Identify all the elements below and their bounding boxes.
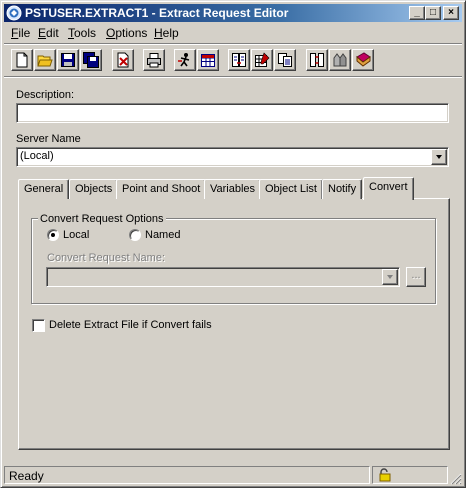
save-icon <box>61 53 75 67</box>
convert-request-name-combo <box>46 267 400 287</box>
menu-bar: File Edit Tools Options Help <box>4 23 462 42</box>
compare-button[interactable] <box>228 49 250 71</box>
server-name-label: Server Name <box>16 133 81 145</box>
menu-edit-label: dit <box>46 26 59 40</box>
open-icon <box>37 55 53 67</box>
new-button[interactable] <box>11 49 33 71</box>
book-button[interactable] <box>352 49 374 71</box>
convert-options-title: Convert Request Options <box>38 213 166 225</box>
server-name-combo[interactable]: (Local) <box>16 147 449 167</box>
edit-table-button[interactable] <box>251 49 273 71</box>
relate-icon <box>310 53 324 67</box>
menu-tools-label: ools <box>74 26 97 40</box>
print-button[interactable] <box>143 49 165 71</box>
convert-request-name-label: Convert Request Name: <box>47 252 165 264</box>
close-icon: × <box>448 7 454 18</box>
chevron-down-icon <box>436 155 442 159</box>
tab-general[interactable]: General <box>18 179 70 199</box>
tab-objects[interactable]: Objects <box>69 179 119 199</box>
minimize-icon: _ <box>414 7 420 18</box>
tab-variables[interactable]: Variables <box>204 179 262 199</box>
tab-object-list[interactable]: Object List <box>259 179 323 199</box>
menu-help-label: elp <box>162 26 179 40</box>
delete-extract-label[interactable]: Delete Extract File if Convert fails <box>49 319 212 331</box>
maximize-button[interactable]: □ <box>425 6 441 20</box>
convert-request-dropdown-button <box>382 269 398 285</box>
menu-help[interactable]: Help <box>154 26 179 40</box>
radio-named[interactable] <box>129 229 141 241</box>
menu-edit[interactable]: Edit <box>38 26 59 40</box>
tab-notify[interactable]: Notify <box>322 179 363 199</box>
menu-options-accel: O <box>106 26 116 40</box>
browse-icon <box>333 53 347 67</box>
tab-point-and-shoot[interactable]: Point and Shoot <box>116 179 207 199</box>
save-as-icon <box>83 52 99 68</box>
run-button[interactable] <box>174 49 196 71</box>
save-as-button[interactable] <box>80 49 102 71</box>
delete-extract-checkbox[interactable] <box>32 319 45 332</box>
status-text: Ready <box>9 469 44 483</box>
toolbar-separator-bottom <box>4 76 462 78</box>
title-bar[interactable]: PSTUSER.EXTRACT1 - Extract Request Edito… <box>4 4 462 22</box>
status-bar: Ready <box>4 465 462 485</box>
description-label: Description: <box>16 89 75 101</box>
tab-convert[interactable]: Convert <box>363 177 414 200</box>
maximize-icon: □ <box>429 7 437 18</box>
radio-local[interactable] <box>47 229 59 241</box>
convert-request-browse-button: ... <box>406 267 426 287</box>
status-panel-icon <box>372 466 448 484</box>
radio-named-label[interactable]: Named <box>145 229 180 241</box>
table-icon <box>201 54 215 67</box>
save-button[interactable] <box>57 49 79 71</box>
server-dropdown-button[interactable] <box>431 149 447 165</box>
delete-icon <box>117 52 129 68</box>
edit-table-icon <box>255 52 270 67</box>
relate-button[interactable] <box>306 49 328 71</box>
open-button[interactable] <box>34 49 56 71</box>
table-button[interactable] <box>197 49 219 71</box>
app-icon <box>6 5 22 21</box>
copy-button[interactable] <box>274 49 296 71</box>
close-button[interactable]: × <box>443 6 459 20</box>
radio-selected-dot <box>51 233 55 237</box>
compare-icon <box>232 53 246 67</box>
menu-edit-accel: E <box>38 26 47 40</box>
radio-local-label[interactable]: Local <box>63 229 89 241</box>
chevron-down-icon <box>387 275 393 279</box>
menu-tools[interactable]: Tools <box>68 26 96 40</box>
browse-button[interactable] <box>329 49 351 71</box>
main-window: PSTUSER.EXTRACT1 - Extract Request Edito… <box>0 0 466 488</box>
menu-options[interactable]: Options <box>106 26 147 40</box>
menu-options-label: ptions <box>115 26 148 40</box>
run-icon <box>178 53 190 67</box>
toolbar-separator-top <box>4 43 462 45</box>
menu-file[interactable]: File <box>11 26 30 40</box>
window-title: PSTUSER.EXTRACT1 - Extract Request Edito… <box>25 6 289 20</box>
resize-grip-icon[interactable] <box>450 473 462 485</box>
server-name-value: (Local) <box>20 150 54 162</box>
delete-button[interactable] <box>112 49 134 71</box>
minimize-button[interactable]: _ <box>409 6 425 20</box>
menu-file-label: ile <box>18 26 31 40</box>
toolbar <box>4 48 462 74</box>
lock-icon <box>379 468 391 482</box>
description-field[interactable] <box>16 103 449 123</box>
book-icon <box>356 52 371 67</box>
copy-icon <box>278 53 292 67</box>
status-panel-main: Ready <box>4 466 370 484</box>
print-icon <box>147 53 161 68</box>
menu-help-accel: H <box>154 26 163 40</box>
new-icon <box>16 52 28 68</box>
